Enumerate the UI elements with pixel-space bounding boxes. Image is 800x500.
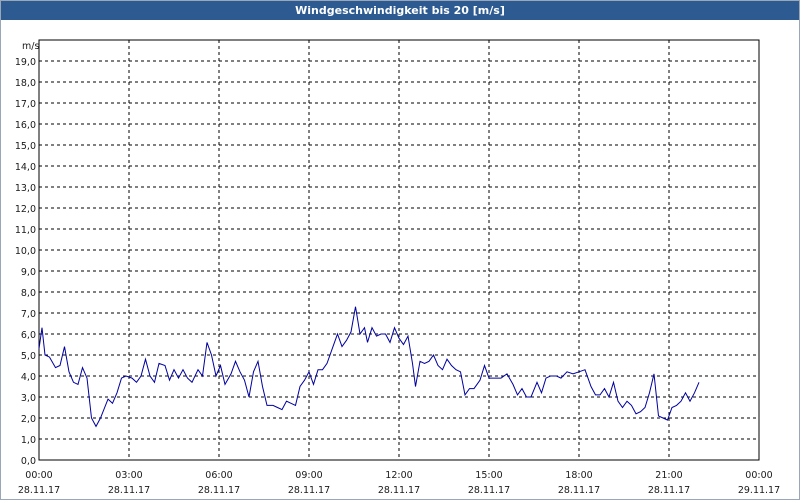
y-tick-label: 15,0 (15, 141, 36, 152)
x-tick-time: 12:00 (385, 470, 412, 481)
y-tick-label: 1,0 (21, 435, 36, 446)
x-tick-time: 06:00 (205, 470, 232, 481)
y-tick-label: 10,0 (15, 246, 36, 257)
x-tick-time: 03:00 (115, 470, 142, 481)
wind-speed-chart: m/s 0,0 1,0 2,0 3,0 4,0 5,0 6,0 7,0 8,0 9,0 10,0 11… (15, 39, 780, 496)
x-tick-date: 28.11.17 (198, 485, 240, 496)
x-tick-labels: 00:00 28.11.17 03:00 28.11.17 06:00 28.11.17 0… (18, 470, 780, 496)
x-tick-time: 21:00 (655, 470, 682, 481)
y-tick-label: 19,0 (15, 57, 36, 68)
x-tick-date: 28.11.17 (378, 485, 420, 496)
y-tick-label: 14,0 (15, 162, 36, 173)
y-axis-label: m/s (22, 41, 39, 52)
x-tick-date: 28.11.17 (108, 485, 150, 496)
x-tick-time: 00:00 (745, 470, 772, 481)
y-tick-label: 6,0 (21, 330, 36, 341)
y-tick-labels: 0,0 1,0 2,0 3,0 4,0 5,0 6,0 7,0 8,0 9,0 10,0 11,0 12… (15, 57, 36, 467)
y-tick-label: 11,0 (15, 225, 36, 236)
x-tick-date: 28.11.17 (18, 485, 60, 496)
x-tick-date: 29.11.17 (738, 485, 780, 496)
y-tick-label: 9,0 (21, 267, 36, 278)
y-tick-label: 5,0 (21, 351, 36, 362)
y-tick-label: 4,0 (21, 372, 36, 383)
x-tick-time: 09:00 (295, 470, 322, 481)
y-tick-label: 18,0 (15, 78, 36, 89)
y-tick-label: 17,0 (15, 99, 36, 110)
y-tick-label: 0,0 (21, 456, 36, 467)
x-tick-date: 28.11.17 (288, 485, 330, 496)
x-tick-date: 28.11.17 (648, 485, 690, 496)
y-tick-label: 7,0 (21, 309, 36, 320)
grid-lines (39, 40, 759, 460)
y-tick-label: 16,0 (15, 120, 36, 131)
y-tick-label: 3,0 (21, 393, 36, 404)
y-tick-label: 8,0 (21, 288, 36, 299)
y-tick-label: 13,0 (15, 183, 36, 194)
x-tick-time: 00:00 (25, 470, 52, 481)
y-tick-label: 2,0 (21, 414, 36, 425)
x-tick-date: 28.11.17 (468, 485, 510, 496)
y-tick-label: 12,0 (15, 204, 36, 215)
x-tick-date: 28.11.17 (558, 485, 600, 496)
x-tick-time: 15:00 (475, 470, 502, 481)
x-tick-time: 18:00 (565, 470, 592, 481)
